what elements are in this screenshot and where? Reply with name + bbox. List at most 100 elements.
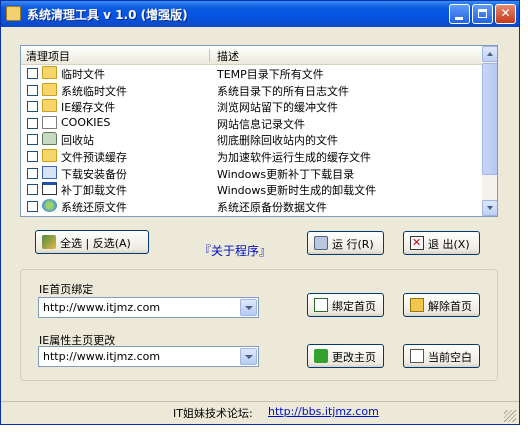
column-divider[interactable] [209,49,210,62]
item-checkbox[interactable] [27,117,38,129]
restore-icon [42,198,57,212]
item-name: 下载安装备份 [61,167,127,181]
item-checkbox[interactable] [27,200,38,212]
item-checkbox[interactable] [27,150,38,162]
home-icon [314,298,328,312]
exit-button[interactable]: 退 出(X) [403,231,480,255]
patch-icon [42,182,57,196]
item-description: 彻底删除回收站内的文件 [217,134,338,148]
item-name: 系统还原文件 [61,200,127,214]
list-header: 清理项目 描述 [21,46,482,65]
item-name: IE缓存文件 [61,101,116,115]
item-name: 系统临时文件 [61,84,127,98]
app-icon [6,6,21,21]
item-name: 补丁卸载文件 [61,184,127,198]
item-checkbox[interactable] [27,134,38,146]
list-item[interactable]: 系统临时文件 系统目录下的所有日志文件 [21,82,482,99]
item-name: COOKIES [61,115,111,129]
select-all-button[interactable]: 全选 | 反选(A) [35,230,149,254]
window-title: 系统清理工具 v 1.0 (增强版) [27,8,188,22]
ie-change-dropdown-button[interactable] [240,348,257,365]
current-blank-button[interactable]: 当前空白 [403,344,480,368]
list-item[interactable]: 文件预读缓存 为加速软件运行生成的缓存文件 [21,148,482,165]
list-item[interactable]: 补丁卸载文件 Windows更新时生成的卸载文件 [21,181,482,198]
scroll-thumb[interactable] [482,63,497,175]
ie-home-combobox[interactable]: http://www.itjmz.com [38,297,259,318]
list-item[interactable]: IE缓存文件 浏览网站留下的缓冲文件 [21,98,482,115]
folder-icon [42,66,57,79]
item-description: Windows更新时生成的卸载文件 [217,184,377,198]
item-description: Windows更新补丁下载目录 [217,167,355,181]
item-description: TEMP目录下所有文件 [217,68,324,81]
refresh-icon [314,349,328,363]
close-button[interactable]: ✕ [495,4,516,24]
folder-icon [42,99,57,113]
column-header-description[interactable]: 描述 [217,48,239,64]
bind-home-label: 绑定首页 [332,300,376,313]
item-name: 文件预读缓存 [61,150,127,164]
item-description: 为加速软件运行生成的缓存文件 [217,150,371,164]
ie-change-combobox[interactable]: http://www.itjmz.com [38,346,259,367]
column-header-item[interactable]: 清理项目 [26,48,70,64]
broom-icon [314,236,328,250]
item-checkbox[interactable] [27,101,38,113]
list-item[interactable]: 系统还原文件 系统还原备份数据文件 [21,198,482,215]
list-item[interactable]: 回收站 彻底删除回收站内的文件 [21,131,482,148]
recycle-bin-icon [42,132,57,146]
list-scrollbar[interactable] [482,46,497,216]
item-checkbox[interactable] [27,68,38,79]
cleanup-list[interactable]: 清理项目 描述 临时文件 TEMP目录下所有文件 系统临时文件 系统目录下的所有… [20,45,498,217]
ie-home-value: http://www.itjmz.com [43,301,161,314]
main-window: 系统清理工具 v 1.0 (增强版) ✕ 清理项目 描述 临时文件 TEMP目录… [0,0,520,425]
resize-grip-icon[interactable] [504,410,516,422]
item-description: 网站信息记录文件 [217,117,305,131]
folder-icon [42,82,57,96]
close-icon: ✕ [500,6,511,20]
change-home-button[interactable]: 更改主页 [307,344,384,368]
select-all-label: 全选 | 反选(A) [60,237,131,250]
item-description: 系统还原备份数据文件 [217,200,327,214]
item-description: 系统目录下的所有日志文件 [217,84,349,98]
item-description: 浏览网站留下的缓冲文件 [217,101,338,115]
exit-label: 退 出(X) [428,238,470,251]
item-checkbox[interactable] [27,184,38,196]
ie-change-value: http://www.itjmz.com [43,350,161,363]
bind-home-button[interactable]: 绑定首页 [307,293,384,317]
minimize-button[interactable] [449,4,470,24]
unlock-icon [410,298,424,312]
chevron-down-icon [245,306,253,310]
list-rows: 临时文件 TEMP目录下所有文件 系统临时文件 系统目录下的所有日志文件 IE缓… [21,65,482,214]
run-button[interactable]: 运 行(R) [307,231,384,255]
current-blank-label: 当前空白 [428,351,472,364]
chevron-down-icon [245,355,253,359]
cookie-icon [42,115,57,129]
unbind-home-button[interactable]: 解除首页 [403,293,480,317]
download-icon [42,165,57,179]
status-bar [1,401,519,425]
ie-home-label: IE首页绑定 [39,283,94,296]
list-item[interactable]: COOKIES 网站信息记录文件 [21,115,482,132]
forum-label: IT姐妹技术论坛: [173,407,253,420]
about-link[interactable]: 『关于程序』 [199,242,271,259]
run-label: 运 行(R) [332,238,374,251]
item-name: 临时文件 [61,68,105,81]
folder-icon [42,148,57,162]
maximize-button[interactable] [472,4,493,24]
unbind-home-label: 解除首页 [428,300,472,313]
select-all-icon [42,235,56,249]
scroll-up-button[interactable] [482,46,497,62]
list-item[interactable]: 临时文件 TEMP目录下所有文件 [21,65,482,82]
ie-home-dropdown-button[interactable] [240,299,257,316]
blank-page-icon [410,349,424,363]
item-name: 回收站 [61,134,94,148]
list-item[interactable]: 下载安装备份 Windows更新补丁下载目录 [21,165,482,182]
arrow-down-icon [487,206,493,210]
item-checkbox[interactable] [27,84,38,96]
exit-icon [410,236,424,250]
change-home-label: 更改主页 [332,351,376,364]
title-bar[interactable]: 系统清理工具 v 1.0 (增强版) ✕ [1,1,519,27]
arrow-up-icon [487,52,493,56]
scroll-down-button[interactable] [482,200,497,216]
item-checkbox[interactable] [27,167,38,179]
forum-link[interactable]: http://bbs.itjmz.com [268,405,379,418]
